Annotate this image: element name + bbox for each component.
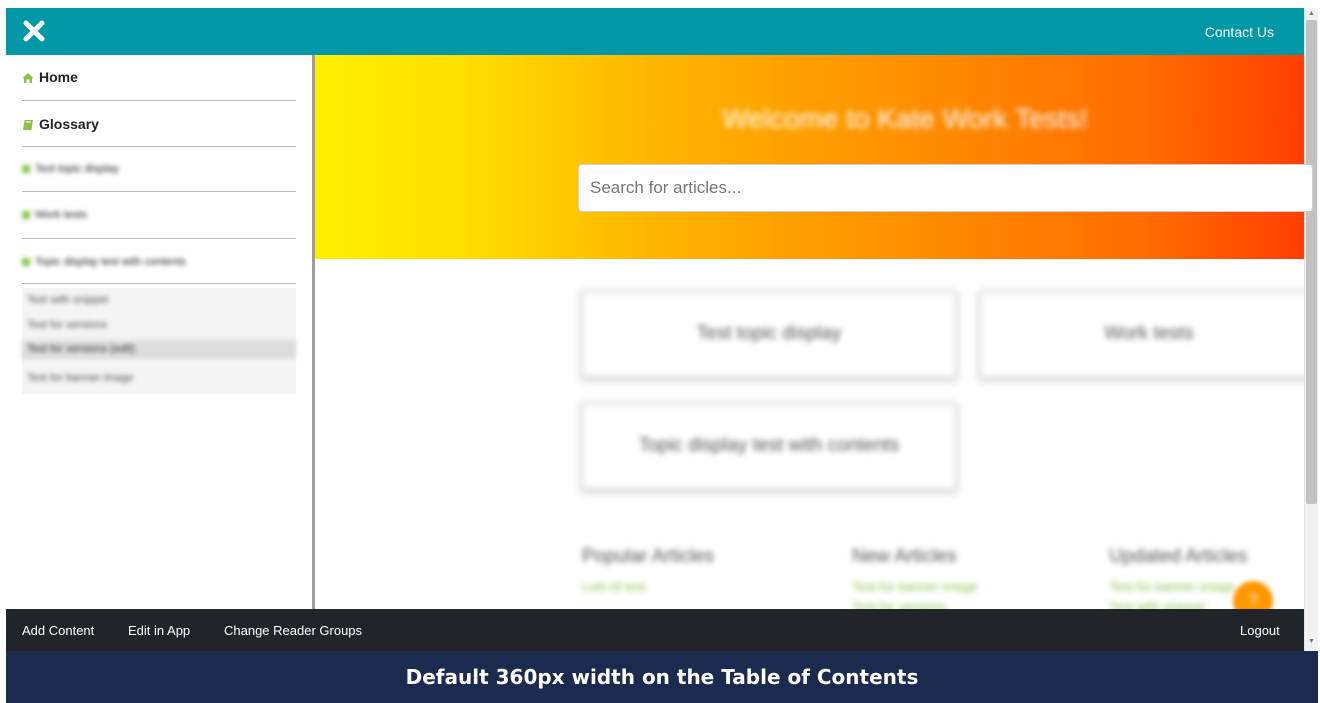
folder-open-icon [22, 258, 30, 266]
close-icon[interactable] [22, 19, 46, 43]
sidebar-sub-item-active[interactable]: Test for versions (edit) [22, 340, 296, 359]
sidebar-divider [22, 191, 296, 192]
article-link[interactable]: Test for versions [852, 599, 947, 609]
sidebar-divider [22, 146, 296, 147]
top-bar: Contact Us [6, 8, 1304, 55]
article-link[interactable]: Test for banner image [852, 579, 978, 594]
vertical-scrollbar[interactable]: ▲ ▼ [1304, 8, 1318, 651]
article-link[interactable]: Test with snippet [1109, 599, 1205, 609]
topic-card[interactable]: Test topic display [581, 290, 957, 378]
scrollbar-thumb[interactable] [1306, 20, 1317, 504]
sidebar-sub-item[interactable]: Test with snippet [22, 291, 296, 310]
home-icon [22, 71, 34, 83]
app-window: Contact Us ▲ ▼ Home Glossary Test topic … [6, 8, 1318, 703]
caption-banner: Default 360px width on the Table of Cont… [6, 651, 1318, 703]
sidebar-item-home[interactable]: Home [22, 69, 296, 85]
scroll-up-arrow-icon[interactable]: ▲ [1308, 10, 1315, 17]
sidebar-sub-item[interactable]: Test for banner image [22, 369, 296, 388]
folder-icon [22, 165, 30, 173]
search-input[interactable] [578, 164, 1313, 212]
sidebar-item-glossary[interactable]: Glossary [22, 116, 296, 132]
article-link[interactable]: Test for banner image [1109, 579, 1235, 594]
sidebar-divider [22, 283, 296, 284]
topic-card[interactable]: Topic display test with contents [581, 402, 957, 490]
hero-banner: Welcome to Kate Work Tests! [315, 55, 1313, 259]
popular-articles-heading: Popular Articles [582, 546, 715, 567]
bottom-toolbar: Add Content Edit in App Change Reader Gr… [6, 609, 1304, 651]
sidebar-item-label: Glossary [39, 116, 99, 132]
change-reader-groups-button[interactable]: Change Reader Groups [224, 623, 362, 638]
article-link[interactable]: Lots of text [582, 579, 646, 594]
table-of-contents-sidebar: Home Glossary Test topic display Work te… [6, 55, 315, 609]
new-articles-heading: New Articles [852, 546, 957, 567]
sidebar-item-label: Topic display test with contents [35, 256, 187, 268]
folder-icon [22, 211, 30, 219]
welcome-title: Welcome to Kate Work Tests! [722, 103, 1088, 134]
book-icon [22, 118, 34, 130]
topic-card[interactable]: Work tests [979, 290, 1304, 378]
sidebar-item-label: Work tests [35, 209, 87, 221]
sidebar-item-label: Test topic display [35, 163, 119, 175]
updated-articles-heading: Updated Articles [1109, 546, 1248, 567]
logout-button[interactable]: Logout [1240, 623, 1280, 638]
add-content-button[interactable]: Add Content [22, 623, 94, 638]
sidebar-item-label: Home [39, 69, 78, 85]
edit-in-app-button[interactable]: Edit in App [128, 623, 190, 638]
main-content: Test topic display Work tests Topic disp… [315, 259, 1304, 609]
scroll-down-arrow-icon[interactable]: ▼ [1308, 638, 1315, 645]
sidebar-divider [22, 238, 296, 239]
sidebar-divider [22, 100, 296, 101]
contact-us-link[interactable]: Contact Us [1205, 24, 1274, 40]
sidebar-topic-item[interactable]: Topic display test with contents [22, 256, 296, 268]
sidebar-topic-item[interactable]: Work tests [22, 209, 296, 221]
sidebar-topic-item[interactable]: Test topic display [22, 163, 296, 175]
sidebar-sub-item[interactable]: Test for versions [22, 316, 296, 335]
